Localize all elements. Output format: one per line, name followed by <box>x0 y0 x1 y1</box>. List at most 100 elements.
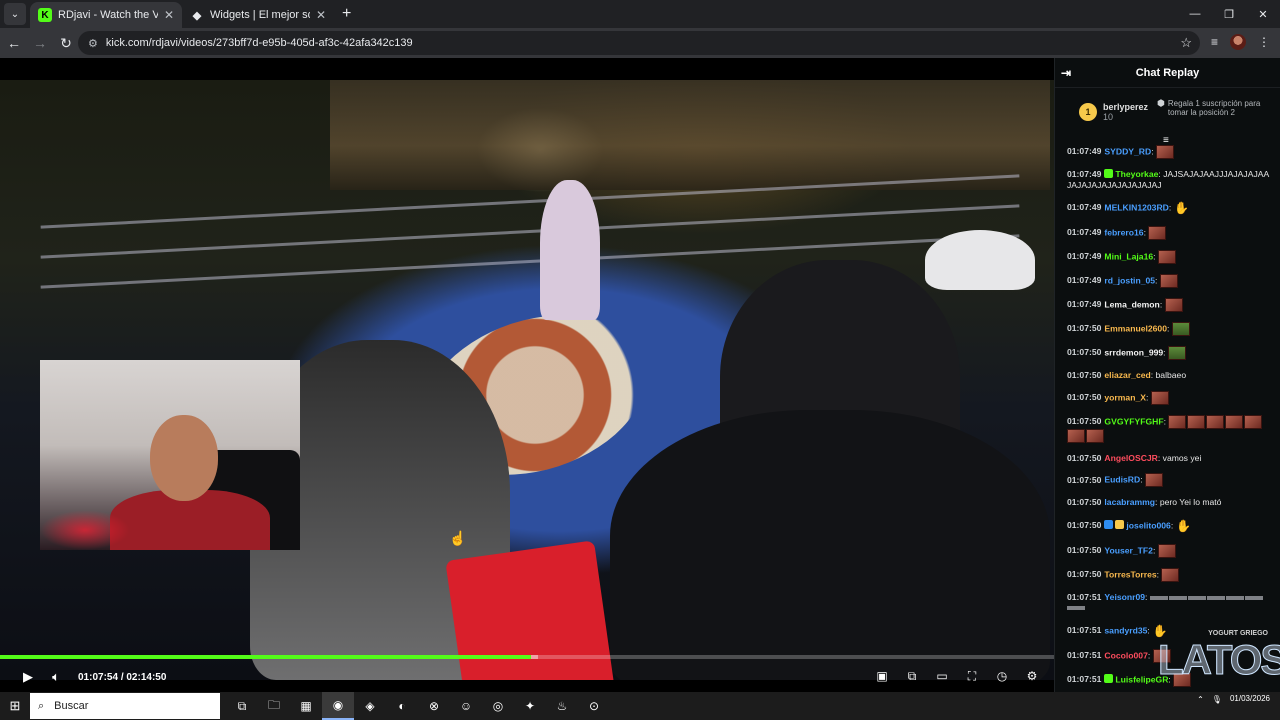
watermark-logo: LATOS <box>1158 636 1280 683</box>
chat-message: 01:07:50 eliazar_ced: balbaeo <box>1067 365 1271 386</box>
message-timestamp: 01:07:50 <box>1067 452 1102 463</box>
media-controls-icon[interactable]: ≡ <box>1211 35 1218 49</box>
clip-icon[interactable]: ⧉ <box>904 669 920 684</box>
message-username[interactable]: GVGYFYFGHF <box>1104 416 1163 426</box>
play-button[interactable]: ▶ <box>14 669 42 685</box>
bookmark-star-icon[interactable]: ☆ <box>1180 35 1192 51</box>
video-player[interactable]: ☝ <box>0 58 1054 692</box>
restore-button[interactable]: ❐ <box>1212 0 1246 28</box>
settings-gear-icon[interactable]: ⚙ <box>1024 669 1040 684</box>
message-text: vamos yei <box>1162 452 1202 463</box>
message-username[interactable]: Emmanuel2600 <box>1104 323 1167 333</box>
message-username[interactable]: febrero16 <box>1104 227 1143 237</box>
close-icon[interactable]: ✕ <box>164 8 174 22</box>
chat-message: 01:07:50 Youser_TF2: <box>1067 539 1271 563</box>
chrome-icon[interactable]: ◉ <box>322 692 354 720</box>
message-username[interactable]: MELKIN1203RD <box>1104 202 1168 212</box>
address-bar[interactable]: ⚙ kick.com/rdjavi/videos/273bff7d-e95b-4… <box>78 31 1200 55</box>
theater-mode-icon[interactable]: ▭ <box>934 669 950 684</box>
message-text: balbaeo <box>1155 370 1187 381</box>
minimize-button[interactable]: — <box>1178 0 1212 28</box>
discord-icon[interactable]: ☺ <box>450 692 482 720</box>
tab-search-button[interactable]: ⌄ <box>4 3 26 25</box>
app-icon[interactable]: ✦ <box>514 692 546 720</box>
chat-title: Chat Replay <box>1135 66 1200 79</box>
toolbar-right: ≡ ⋮ <box>1211 34 1270 50</box>
message-username[interactable]: Yeisonr09 <box>1104 592 1145 602</box>
message-username[interactable]: eliazar_ced <box>1104 370 1150 380</box>
microphone-icon[interactable]: 🎙︎ <box>1212 695 1222 704</box>
message-timestamp: 01:07:49 <box>1067 251 1102 262</box>
search-icon: ⌕ <box>38 699 45 712</box>
chat-message: 01:07:51 Yeisonr09: <box>1067 587 1271 618</box>
emote-face-icon <box>1168 414 1187 429</box>
message-timestamp: 01:07:50 <box>1067 545 1102 556</box>
message-username[interactable]: EudisRD <box>1104 475 1140 485</box>
close-window-button[interactable]: ✕ <box>1246 0 1280 28</box>
speed-icon[interactable]: ◷ <box>994 669 1010 684</box>
message-username[interactable]: Theyorkae <box>1115 169 1158 179</box>
menu-icon[interactable]: ⋮ <box>1258 35 1270 49</box>
mouse-cursor-icon: ☝ <box>449 530 467 546</box>
clock[interactable]: 01/03/2026 <box>1230 694 1270 704</box>
tab-kick[interactable]: K RDjavi - Watch the VOD on Kick ✕ <box>30 2 182 28</box>
chat-header: ⇥ Chat Replay <box>1055 58 1280 88</box>
spectator-figure <box>610 410 1050 680</box>
seek-bar[interactable] <box>0 655 1054 659</box>
tray-arrow-icon[interactable]: ⌃ <box>1197 695 1204 704</box>
reload-button[interactable]: ↻ <box>54 35 78 52</box>
brave-icon[interactable]: ◈ <box>354 692 386 720</box>
windows-start-icon[interactable]: ⊞ <box>0 698 30 714</box>
message-username[interactable]: Lema_demon <box>1104 299 1159 309</box>
back-button[interactable]: ← <box>2 35 26 51</box>
leaderboard-count: 10 <box>1103 112 1114 122</box>
message-timestamp: 01:07:49 <box>1067 169 1102 179</box>
profile-avatar[interactable] <box>1230 34 1246 50</box>
chat-message: 01:07:49 MELKIN1203RD: ✋ <box>1067 195 1271 221</box>
store-icon[interactable]: ▦ <box>290 692 322 720</box>
emote-face-icon <box>1086 428 1104 443</box>
message-timestamp: 01:07:50 <box>1067 323 1102 334</box>
message-username[interactable]: srrdemon_999 <box>1104 347 1163 357</box>
message-username[interactable]: TorresTorres <box>1104 569 1156 579</box>
close-icon[interactable]: ✕ <box>316 8 326 22</box>
leaderboard-entry[interactable]: berlyperez 10 <box>1103 102 1148 122</box>
message-username[interactable]: joselito006 <box>1126 520 1170 530</box>
task-view-icon[interactable]: ⧉ <box>226 692 258 720</box>
app-icon[interactable]: ⊙ <box>578 692 610 720</box>
emote-face-icon <box>1206 414 1225 429</box>
emote-face-icon <box>1164 298 1183 313</box>
tab-widgets[interactable]: ◆ Widgets | El mejor software para ✕ <box>182 2 334 28</box>
xbox-icon[interactable]: ⊗ <box>418 692 450 720</box>
message-username[interactable]: Mini_Laja16 <box>1104 251 1153 261</box>
gift-leaderboard: 1 berlyperez 10 ⬢ Regala 1 suscripción p… <box>1055 88 1280 136</box>
volume-icon[interactable]: 🔈︎ <box>42 669 70 685</box>
message-username[interactable]: Cocolo007 <box>1104 650 1147 660</box>
chat-message: 01:07:49 Mini_Laja16: <box>1067 245 1271 269</box>
emote-bar-icon <box>1225 595 1244 600</box>
site-info-icon[interactable]: ⚙ <box>88 37 98 50</box>
message-username[interactable]: SYDDY_RD <box>1104 146 1151 156</box>
app-icon[interactable]: ◐ <box>386 692 418 720</box>
taskbar-apps: ⧉ 🗀 ▦ ◉ ◈ ◐ ⊗ ☺ ◎ ✦ ♨ ⊙ <box>226 692 610 720</box>
miniplayer-icon[interactable]: ▣ <box>874 669 890 684</box>
forward-button[interactable]: → <box>28 35 52 51</box>
gift-sub-prompt[interactable]: ⬢ Regala 1 suscripción para tomar la pos… <box>1157 99 1269 118</box>
message-username[interactable]: yorman_X <box>1104 392 1146 402</box>
collapse-chat-icon[interactable]: ⇥ <box>1061 66 1071 80</box>
fullscreen-icon[interactable]: ⛶ <box>964 669 980 684</box>
message-username[interactable]: Youser_TF2 <box>1104 545 1153 555</box>
taskbar-search[interactable]: ⌕ Buscar <box>30 693 220 719</box>
chat-message: 01:07:49 Theyorkae: JAJSAJAJAAJJJAJAJAJAA… <box>1067 164 1271 195</box>
file-explorer-icon[interactable]: 🗀 <box>258 692 290 720</box>
message-username[interactable]: lacabrammg <box>1104 497 1155 507</box>
message-username[interactable]: AngelOSCJR <box>1104 453 1157 463</box>
message-timestamp: 01:07:51 <box>1067 625 1102 636</box>
new-tab-button[interactable]: + <box>342 5 351 23</box>
message-username[interactable]: rd_jostin_05 <box>1104 275 1155 285</box>
gift-prompt-text: Regala 1 suscripción para tomar la posic… <box>1167 99 1261 117</box>
emote-figure-icon <box>1167 346 1186 361</box>
steam-icon[interactable]: ♨ <box>546 692 578 720</box>
message-username[interactable]: sandyrd35 <box>1104 625 1147 635</box>
obs-icon[interactable]: ◎ <box>482 692 514 720</box>
